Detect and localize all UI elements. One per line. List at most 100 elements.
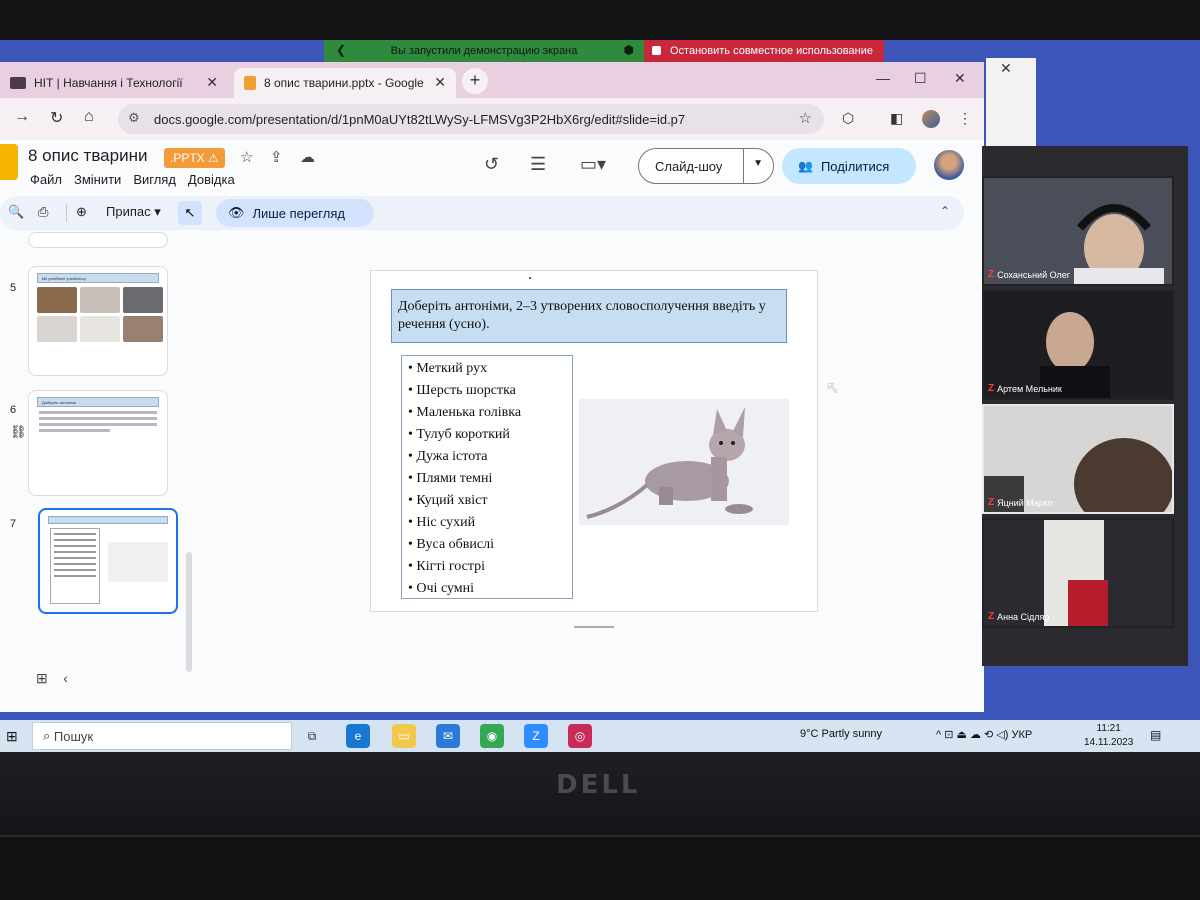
slide-dot	[529, 277, 531, 279]
zoom-select[interactable]: Припас ▾	[106, 204, 161, 220]
menu-edit[interactable]: Змінити	[74, 172, 121, 187]
chevron-down-icon[interactable]: ▼	[753, 158, 763, 169]
slide-number: 6	[10, 404, 17, 416]
tab-slides[interactable]: 8 опис тварини.pptx - Google ✕	[234, 68, 456, 98]
edit-toolbar: 🔍 ⎙ ⊕ Припас ▾ ↖ 👁 Лише перегляд ⌃	[0, 196, 964, 230]
minimize-icon[interactable]: —	[876, 70, 890, 86]
app-header: 8 опис тварини .PPTX ⚠ ☆ ⇪ ☁ Файл Змінит…	[0, 140, 984, 192]
system-tray-icons[interactable]: ^ ⊡ ⏏ ☁ ⟲ ◁) УКР	[936, 728, 1032, 741]
close-tab-icon[interactable]: ✕	[434, 74, 446, 91]
close-window-icon[interactable]: ✕	[954, 70, 966, 87]
slide-thumbnail-5[interactable]: Міі улюблені улюбленці	[28, 266, 168, 376]
site-info-icon[interactable]: ⚙	[128, 110, 140, 126]
taskbar-search[interactable]: ⌕ Пошук	[32, 722, 292, 750]
mail-icon[interactable]: ✉	[436, 724, 460, 748]
tab-bar: НІТ | Навчання і Технології ✕ 8 опис тва…	[0, 62, 984, 98]
clock-time: 11:21	[1096, 723, 1121, 734]
chevron-up-icon[interactable]: ⌃	[940, 204, 950, 218]
windows-start-icon[interactable]: ⊞	[6, 728, 18, 745]
search-icon: ⌕	[43, 728, 51, 743]
more-menu-icon[interactable]: ⋮	[958, 110, 972, 127]
screen: ❮ Вы запустили демонстрацию экрана ⬢ Ост…	[0, 40, 1200, 752]
reload-icon[interactable]: ↻	[50, 108, 63, 128]
antonym-list: • Меткий рух • Шерсть шорстка • Маленька…	[401, 355, 573, 599]
list-item: • Вуса обвислі	[408, 537, 494, 552]
view-only-button[interactable]: 👁 Лише перегляд	[216, 199, 374, 227]
participant-tile[interactable]: Z Яцний Марко	[982, 404, 1174, 514]
profile-avatar[interactable]	[922, 110, 940, 128]
cloud-status-icon[interactable]: ☁	[300, 148, 315, 166]
menu-help[interactable]: Довідка	[188, 172, 235, 187]
menu-file[interactable]: Файл	[30, 172, 62, 187]
file-explorer-icon[interactable]: ▭	[392, 724, 416, 748]
new-tab-button[interactable]: +	[462, 68, 488, 94]
slide-thumbnail-7[interactable]	[38, 508, 178, 614]
warning-icon: ⚠	[208, 151, 219, 165]
participant-name: Z Сохансьний Олег	[988, 269, 1071, 280]
filmstrip: 5 Міі улюблені улюбленці 6 ⛓ Доберіть ан…	[0, 232, 196, 712]
maximize-icon[interactable]: ☐	[914, 70, 927, 87]
forward-icon[interactable]: →	[14, 108, 30, 126]
thumb-list	[50, 528, 100, 604]
zoom-icon[interactable]: ⊕	[76, 204, 87, 220]
slideshow-button[interactable]: Слайд-шоу ▼	[638, 148, 774, 184]
chrome-icon[interactable]: ◉	[480, 724, 504, 748]
zoom-logo-icon: Z	[988, 269, 995, 280]
pin-icon[interactable]: ❮	[336, 43, 346, 57]
eye-icon: 👁	[228, 205, 245, 220]
stop-share-button[interactable]: Остановить совместное использование	[644, 40, 884, 62]
slide-thumbnail-4[interactable]	[28, 232, 168, 248]
task-view-icon[interactable]: ⧉	[300, 724, 324, 748]
user-avatar[interactable]	[934, 150, 964, 180]
home-icon[interactable]: ⌂	[84, 108, 94, 126]
address-bar[interactable]: ⚙ docs.google.com/presentation/d/1pnM0aU…	[118, 104, 824, 134]
star-icon[interactable]: ☆	[240, 148, 253, 166]
divider	[66, 204, 67, 222]
menu-bar: Файл Змінити Вигляд Довідка	[30, 172, 235, 187]
comments-icon[interactable]: ☰	[530, 154, 546, 175]
print-icon[interactable]: ⎙	[38, 204, 48, 220]
zoom-logo-icon: Z	[988, 383, 995, 394]
current-slide: Доберіть антоніми, 2–3 утворених словосп…	[370, 270, 818, 612]
participant-name: Z Яцний Марко	[988, 497, 1053, 508]
clock-date: 14.11.2023	[1084, 737, 1134, 748]
move-icon[interactable]: ⇪	[270, 148, 283, 166]
list-item: • Ніс сухий	[408, 515, 476, 530]
screen-share-banner: ❮ Вы запустили демонстрацию экрана ⬢	[324, 40, 644, 62]
tab-label: НІТ | Навчання і Технології	[34, 76, 183, 90]
divider	[743, 149, 744, 183]
close-tab-icon[interactable]: ✕	[206, 74, 218, 91]
side-panel-icon[interactable]: ◧	[890, 110, 903, 127]
zoom-app-icon[interactable]: Z	[524, 724, 548, 748]
list-item: • Шерсть шорстка	[408, 383, 516, 398]
nit-favicon-icon	[10, 77, 26, 89]
sphynx-cat-image	[579, 399, 789, 525]
slides-logo-icon[interactable]	[0, 144, 18, 180]
meet-camera-icon[interactable]: ▭▾	[580, 154, 606, 175]
browser-toolbar: → ↻ ⌂ ⚙ docs.google.com/presentation/d/1…	[0, 98, 984, 140]
input-language[interactable]: УКР	[1011, 729, 1032, 741]
participant-tile[interactable]: Z Артем Мельник	[982, 290, 1174, 400]
slide-resize-handle[interactable]	[574, 626, 614, 628]
close-icon[interactable]: ✕	[1000, 60, 1012, 77]
grid-view-icon[interactable]: ⊞ ‹	[36, 670, 68, 687]
list-item: • Кігті гострі	[408, 559, 486, 574]
document-title[interactable]: 8 опис тварини	[28, 146, 147, 166]
edge-icon[interactable]: e	[346, 724, 370, 748]
meeting-app-icon[interactable]: ◎	[568, 724, 592, 748]
tab-nit[interactable]: НІТ | Навчання і Технології ✕	[0, 68, 228, 98]
weather-widget[interactable]: 9°C Partly sunny	[800, 728, 882, 740]
notification-icon[interactable]: ▤	[1150, 728, 1161, 742]
taskbar-clock[interactable]: 11:21 14.11.2023	[1084, 722, 1133, 750]
extensions-icon[interactable]: ⬡	[842, 110, 854, 127]
share-button[interactable]: 👥 Поділитися	[782, 148, 916, 184]
menu-view[interactable]: Вигляд	[133, 172, 176, 187]
slide-thumbnail-6[interactable]: Доберіть антоніми	[28, 390, 168, 496]
participant-tile[interactable]: Z Анна Сідляр	[982, 518, 1174, 628]
participant-tile[interactable]: Z Сохансьний Олег	[982, 176, 1174, 286]
select-pointer-icon[interactable]: ↖	[178, 201, 202, 225]
filmstrip-scrollbar[interactable]	[186, 552, 192, 672]
search-icon[interactable]: 🔍	[8, 204, 24, 220]
bookmark-star-icon[interactable]: ☆	[799, 109, 812, 127]
version-history-icon[interactable]: ↺	[484, 154, 499, 175]
